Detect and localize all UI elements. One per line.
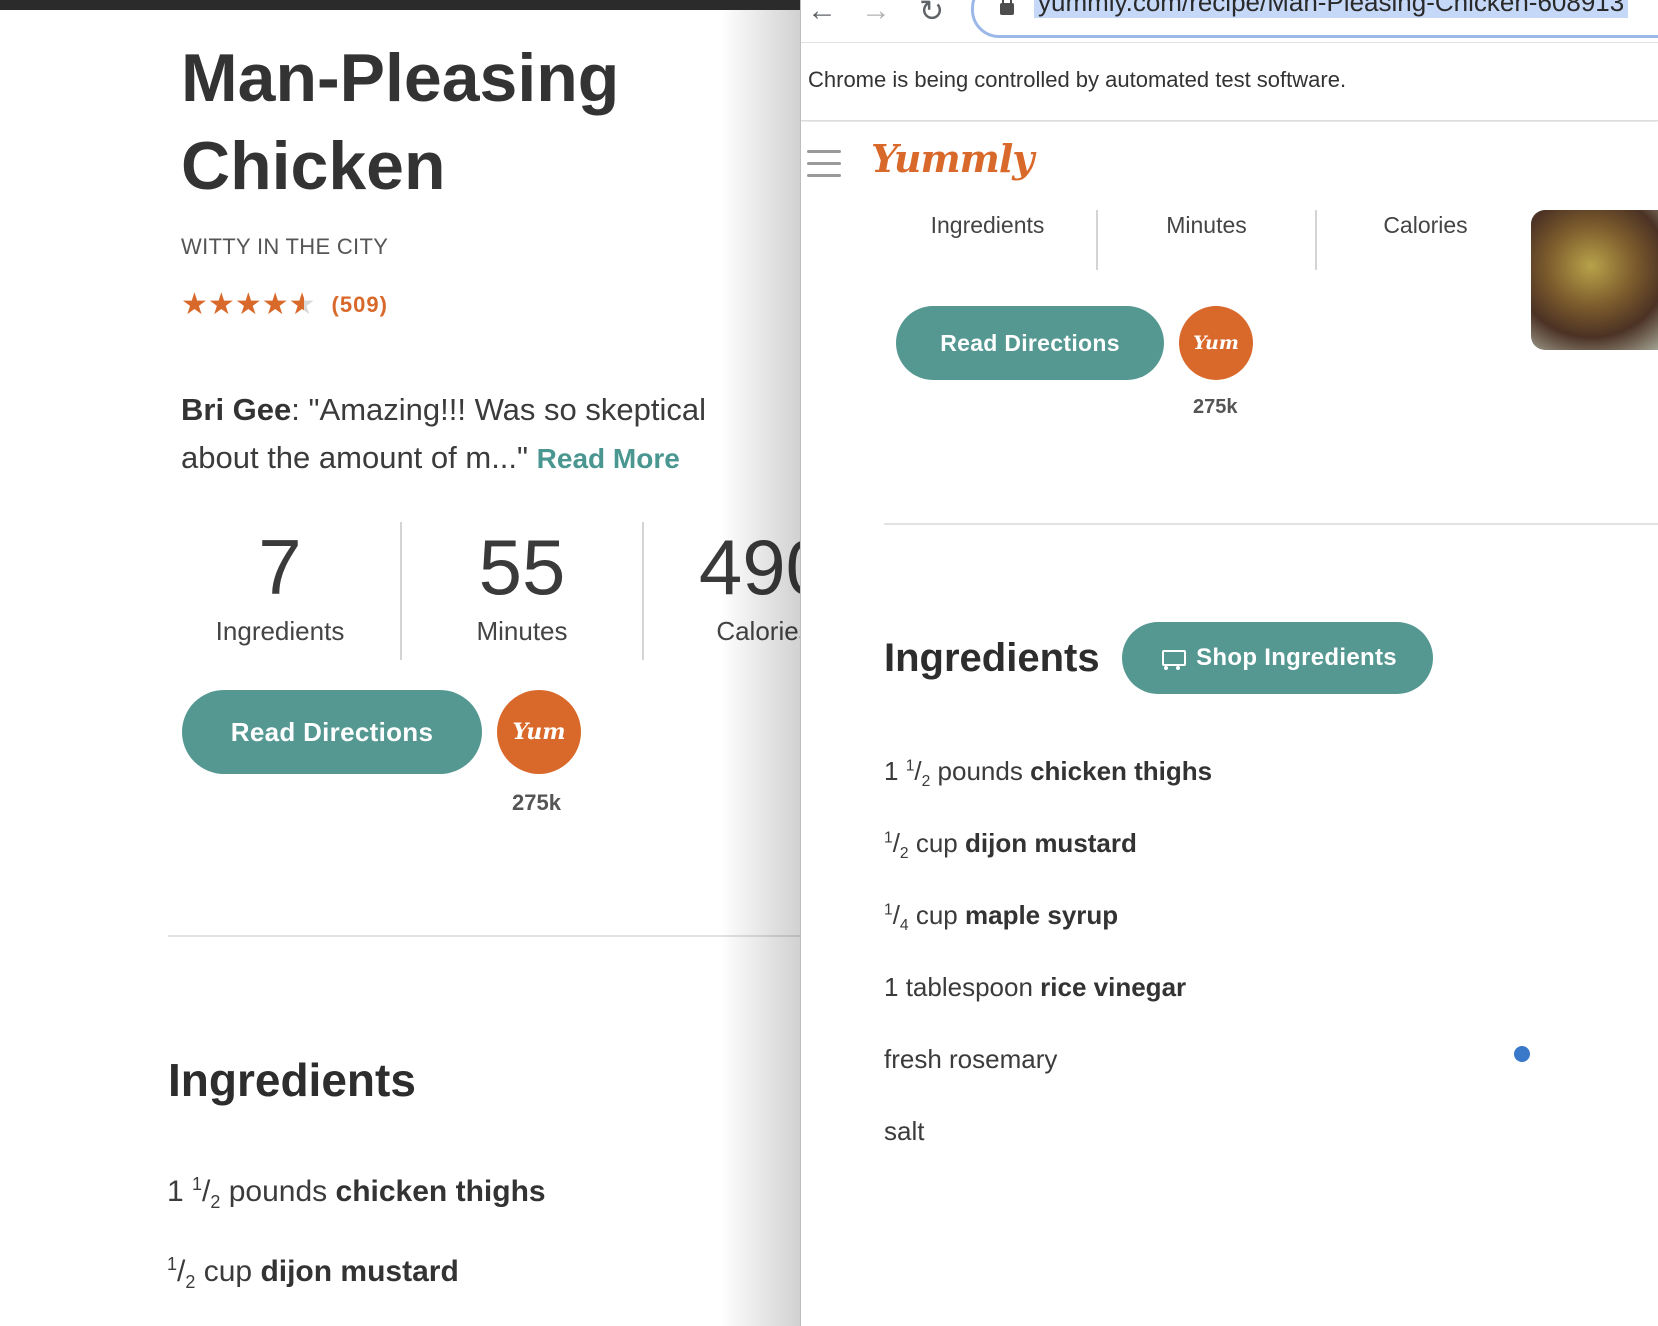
browser-toolbar: ← → ↻ yummly.com/recipe/Man-Pleasing-Chi… — [801, 0, 1658, 43]
read-more-link[interactable]: Read More — [537, 443, 680, 474]
rating-stars[interactable]: ★ ★ ★ ★ ★ (509) — [181, 290, 388, 320]
ingredient-name: maple syrup — [965, 900, 1119, 930]
automation-infobar: Chrome is being controlled by automated … — [801, 43, 1658, 121]
featured-review: Bri Gee: "Amazing!!! Was so skeptical ab… — [181, 386, 741, 483]
ingredient-fraction-den: 2 — [921, 773, 931, 791]
ingredients-list: 1 1/2 pounds chicken thighs 1/2 cup dijo… — [167, 1174, 546, 1293]
ingredient-unit: pounds — [228, 1175, 328, 1208]
forward-arrow-icon[interactable]: → — [861, 0, 891, 28]
url-text[interactable]: yummly.com/recipe/Man-Pleasing-Chicken-6… — [1034, 0, 1629, 18]
section-divider — [884, 523, 1658, 525]
ingredient-fraction-den: 2 — [185, 1272, 196, 1292]
ingredient-unit: tablespoon — [905, 972, 1033, 1002]
site-header: Yummly — [801, 122, 1658, 210]
ingredient-unit: salt — [884, 1116, 925, 1146]
recipe-photo[interactable] — [1531, 210, 1658, 350]
ingredient-name: chicken thighs — [1030, 756, 1213, 786]
shop-ingredients-label: Shop Ingredients — [1196, 644, 1397, 671]
star-icon: ★ — [261, 288, 289, 321]
ingredient-unit: pounds — [937, 756, 1023, 786]
ingredient-name: chicken thighs — [335, 1175, 546, 1208]
stat-minutes: 55 Minutes — [400, 522, 642, 660]
infobar-text: Chrome is being controlled by automated … — [808, 67, 1347, 92]
ingredient-fraction-den: 4 — [899, 917, 909, 935]
read-directions-button[interactable]: Read Directions — [896, 306, 1164, 380]
ingredient-fraction-den: 2 — [210, 1192, 221, 1212]
stat-ingredients: 7 Ingredients — [160, 522, 400, 660]
ingredient-fraction-num: 1 — [884, 901, 893, 919]
stat-label: Ingredients — [930, 212, 1045, 238]
lock-icon[interactable] — [1000, 0, 1014, 15]
ingredient-qty: 1 — [884, 756, 899, 786]
star-icon: ★ — [181, 288, 208, 321]
stat-value: 7 — [258, 523, 302, 611]
ingredient-unit: cup — [203, 1255, 253, 1288]
back-arrow-icon[interactable]: ← — [807, 0, 837, 28]
yummly-logo[interactable]: Yummly — [871, 136, 1034, 181]
ingredient-item[interactable]: 1 tablespoon rice vinegar — [884, 972, 1212, 1044]
ingredient-unit: fresh rosemary — [884, 1044, 1058, 1074]
ingredient-qty: 1 — [884, 972, 899, 1002]
address-bar[interactable]: yummly.com/recipe/Man-Pleasing-Chicken-6… — [971, 0, 1658, 38]
yum-button[interactable]: Yum — [1179, 306, 1253, 380]
ingredient-item[interactable]: 1 1/2 pounds chicken thighs — [167, 1174, 546, 1254]
ingredients-heading: Ingredients — [168, 1054, 416, 1106]
ingredient-item[interactable]: salt — [884, 1116, 1212, 1188]
half-star-icon: ★ — [288, 288, 316, 321]
stat-label: Minutes — [476, 616, 568, 646]
ingredient-fraction-num: 1 — [905, 757, 915, 775]
stat-value: 490 — [698, 523, 800, 611]
stat-label: Calories — [716, 616, 800, 646]
recipe-stats: 7 Ingredients 55 Minutes 490 Calories — [160, 522, 800, 660]
cursor-dot-icon — [1514, 1046, 1530, 1062]
yum-button[interactable]: Yum — [497, 690, 581, 774]
stat-label: Calories — [1383, 212, 1468, 238]
stat-label: Minutes — [1166, 212, 1247, 238]
ingredients-list: 1 1/2 pounds chicken thighs 1/2 cup dijo… — [884, 756, 1212, 1188]
ingredient-fraction-num: 1 — [167, 1254, 178, 1274]
ingredients-heading: Ingredients — [884, 636, 1100, 680]
stat-value: 55 — [478, 523, 566, 611]
left-recipe-panel: Man-Pleasing Chicken WITTY IN THE CITY ★… — [0, 10, 800, 1326]
window-top-strip — [0, 0, 800, 10]
hamburger-menu-icon[interactable] — [807, 150, 841, 186]
review-author: Bri Gee — [181, 392, 292, 427]
recipe-author[interactable]: WITTY IN THE CITY — [181, 234, 388, 260]
ingredient-unit: cup — [915, 900, 958, 930]
ingredient-name: rice vinegar — [1040, 972, 1187, 1002]
shopping-cart-icon — [1158, 647, 1187, 670]
read-directions-button[interactable]: Read Directions — [182, 690, 482, 774]
ingredient-name: dijon mustard — [260, 1255, 459, 1288]
ingredient-item[interactable]: 1/2 cup dijon mustard — [884, 828, 1212, 900]
reload-icon[interactable]: ↻ — [919, 0, 944, 29]
ingredient-fraction-den: 2 — [899, 845, 909, 863]
ingredient-fraction-num: 1 — [192, 1174, 203, 1194]
ingredient-unit: cup — [915, 828, 958, 858]
yum-count: 275k — [1193, 396, 1238, 418]
stat-label: Ingredients — [215, 616, 345, 646]
ingredient-name: dijon mustard — [965, 828, 1137, 858]
yum-count: 275k — [512, 790, 561, 815]
ingredient-item[interactable]: fresh rosemary — [884, 1044, 1212, 1116]
ingredient-item[interactable]: 1/4 cup maple syrup — [884, 900, 1212, 972]
star-icon: ★ — [234, 288, 262, 321]
ingredient-qty: 1 — [167, 1175, 184, 1208]
ingredient-fraction-num: 1 — [884, 829, 893, 847]
ingredient-item[interactable]: 1/2 cup dijon mustard — [167, 1254, 546, 1293]
shop-ingredients-button[interactable]: Shop Ingredients — [1122, 622, 1433, 694]
ingredient-item[interactable]: 1 1/2 pounds chicken thighs — [884, 756, 1212, 828]
recipe-title: Man-Pleasing Chicken — [181, 40, 620, 204]
stat-calories: 490 Calories — [642, 522, 800, 660]
section-divider — [168, 935, 800, 937]
star-icon: ★ — [207, 288, 235, 321]
review-count[interactable]: (509) — [332, 292, 388, 318]
right-browser-window: ← → ↻ yummly.com/recipe/Man-Pleasing-Chi… — [800, 0, 1658, 1326]
